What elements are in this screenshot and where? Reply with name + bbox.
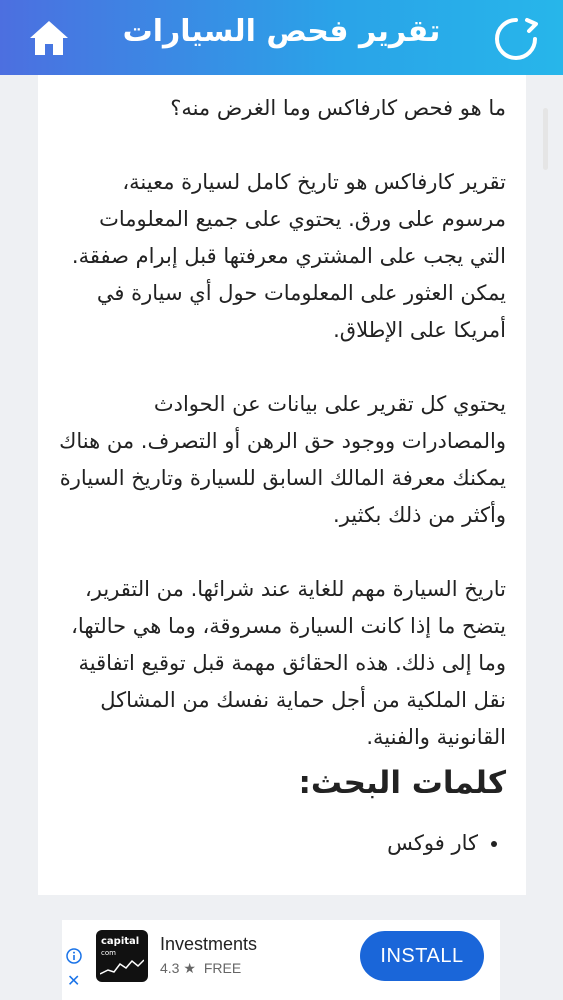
logo-sub: com: [101, 949, 116, 957]
refresh-button[interactable]: [491, 14, 541, 64]
keyword-item[interactable]: كار فوكس: [387, 825, 478, 862]
keywords-list: كار فوكس: [387, 825, 506, 862]
keywords-heading: كلمات البحث:: [298, 765, 506, 801]
ad-banner[interactable]: ✕ capital com Investments 4.3 ★ FREE INST…: [62, 920, 500, 1000]
close-icon[interactable]: ✕: [67, 971, 80, 990]
refresh-icon: [495, 18, 538, 60]
article-content: ما هو فحص كارفاكس وما الغرض منه؟ تقرير ك…: [58, 90, 506, 855]
info-icon[interactable]: [66, 948, 82, 964]
article-paragraph: تقرير كارفاكس هو تاريخ كامل لسيارة معينة…: [71, 170, 506, 342]
scrollbar[interactable]: [543, 108, 548, 170]
app-meta: 4.3 ★ FREE: [160, 960, 241, 977]
app-price: FREE: [203, 960, 242, 976]
article-paragraph: تاريخ السيارة مهم للغاية عند شرائها. من …: [71, 577, 506, 749]
chart-icon: [100, 959, 144, 975]
logo-text: capital: [101, 936, 140, 947]
app-logo: capital com: [96, 930, 148, 982]
app-name: Investments: [160, 934, 258, 954]
app-rating: 4.3: [160, 960, 180, 976]
article-question: ما هو فحص كارفاكس وما الغرض منه؟: [170, 96, 506, 120]
app-header: تقرير فحص السيارات: [0, 0, 563, 75]
install-button[interactable]: INSTALL: [360, 931, 484, 981]
star-icon: ★: [183, 960, 196, 976]
article-paragraph: يحتوي كل تقرير على بيانات عن الحوادث وال…: [59, 392, 506, 527]
page-title: تقرير فحص السيارات: [122, 14, 441, 49]
